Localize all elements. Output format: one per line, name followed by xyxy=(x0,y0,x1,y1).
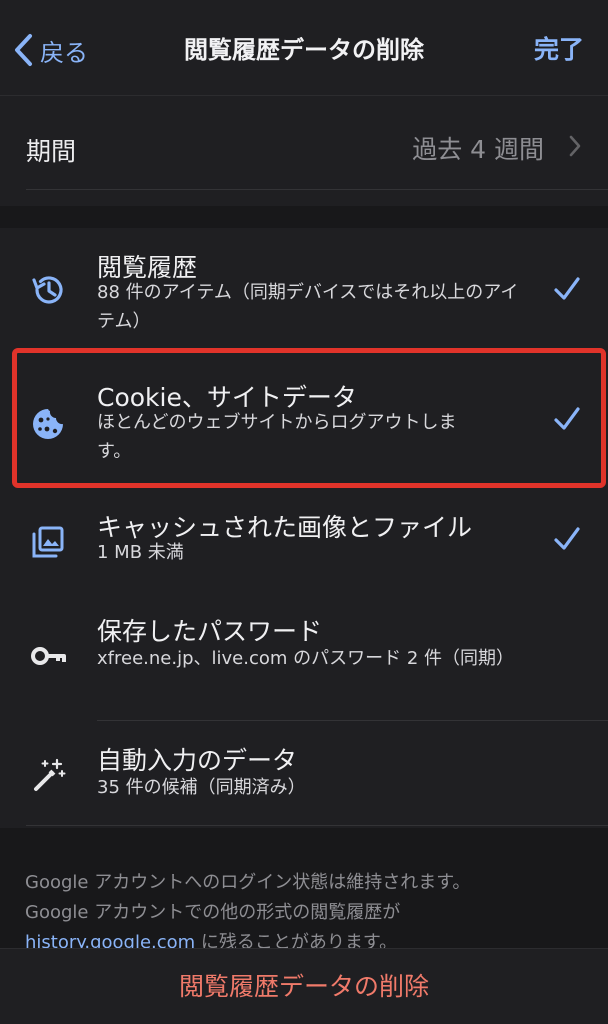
item-subtitle: ほとんどのウェブサイトからログアウトします。 xyxy=(97,412,457,462)
checkmark-icon xyxy=(554,407,580,430)
time-range-label: 期間 xyxy=(26,137,77,166)
image-stack-icon xyxy=(26,520,70,564)
time-range-value: 過去 4 週間 xyxy=(412,135,544,164)
item-title: 自動入力のデータ xyxy=(97,746,298,775)
list-item-autofill-data[interactable]: 自動入力のデータ 35 件の候補（同期済み） xyxy=(0,721,608,825)
checkmark-icon xyxy=(554,527,580,550)
item-title: 保存したパスワード xyxy=(97,617,323,646)
item-subtitle: xfree.ne.jp、live.com のパスワード 2 件（同期） xyxy=(97,648,515,669)
footer-note: Google アカウントへのログイン状態は維持されます。 Google アカウン… xyxy=(25,868,595,958)
footer-note-line: Google アカウントへのログイン状態は維持されます。 xyxy=(25,872,471,893)
footer-note-line: Google アカウントでの他の形式の閲覧履歴が xyxy=(25,902,401,923)
item-subtitle: 35 件の候補（同期済み） xyxy=(97,777,306,798)
item-subtitle: 88 件のアイテム（同期デバイスではそれ以上のアイテム） xyxy=(97,282,519,332)
cookie-icon xyxy=(26,402,70,446)
list-item-cached-images[interactable]: キャッシュされた画像とファイル 1 MB 未満 xyxy=(0,496,608,588)
page-title: 閲覧履歴データの削除 xyxy=(184,36,424,64)
list-item-browsing-history[interactable]: 閲覧履歴 88 件のアイテム（同期デバイスではそれ以上のアイテム） xyxy=(0,228,608,348)
history-icon xyxy=(26,268,70,312)
divider xyxy=(26,825,608,826)
list-item-cookies[interactable]: Cookie、サイトデータ ほとんどのウェブサイトからログアウトします。 xyxy=(0,352,608,484)
clear-browsing-data-button[interactable]: 閲覧履歴データの削除 xyxy=(0,949,608,1024)
navigation-bar: 戻る 閲覧履歴データの削除 完了 xyxy=(0,0,608,96)
data-type-list: 閲覧履歴 88 件のアイテム（同期デバイスではそれ以上のアイテム） Cookie… xyxy=(0,228,608,828)
list-item-saved-passwords[interactable]: 保存したパスワード xfree.ne.jp、live.com のパスワード 2 … xyxy=(0,588,608,720)
key-icon xyxy=(26,634,70,678)
item-subtitle: 1 MB 未満 xyxy=(97,542,184,563)
checkmark-icon xyxy=(554,277,580,300)
bottom-action-bar: 閲覧履歴データの削除 xyxy=(0,948,608,1024)
clear-browsing-data-screen: 戻る 閲覧履歴データの削除 完了 期間 過去 4 週間 閲覧履歴 88 件のアイ… xyxy=(0,0,608,1024)
divider xyxy=(26,189,608,190)
done-button[interactable]: 完了 xyxy=(534,30,584,70)
chevron-right-icon xyxy=(569,135,581,157)
magic-wand-icon xyxy=(26,753,70,797)
